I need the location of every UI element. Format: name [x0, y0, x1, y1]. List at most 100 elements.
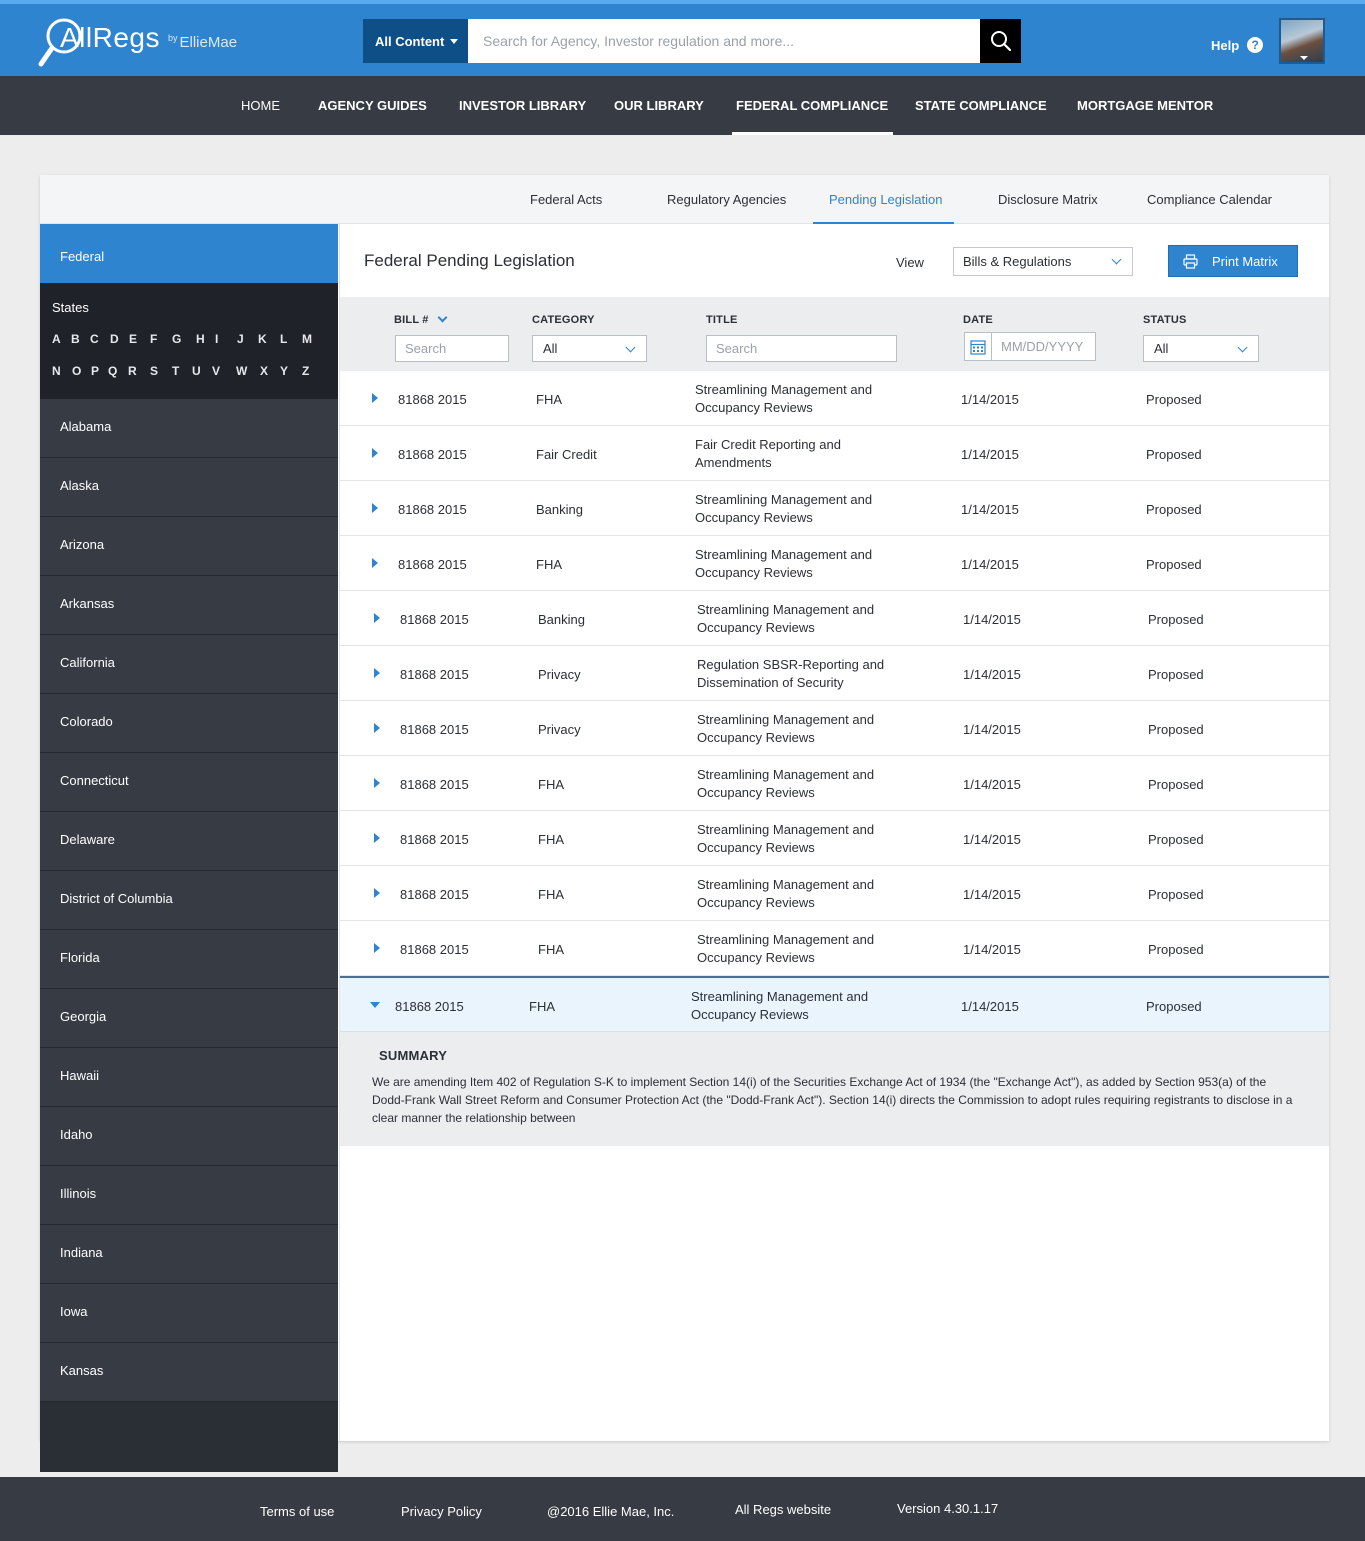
tab-disclosure-matrix[interactable]: Disclosure Matrix	[998, 175, 1098, 224]
table-row[interactable]: 81868 2015 Fair Credit Fair Credit Reporti…	[340, 426, 1329, 481]
sidebar-item-hawaii[interactable]: Hawaii	[40, 1048, 338, 1107]
letter-filter-i[interactable]: I	[215, 332, 237, 346]
letter-filter-a[interactable]: A	[52, 332, 71, 346]
letter-filter-q[interactable]: Q	[108, 364, 128, 378]
sidebar-item-alaska[interactable]: Alaska	[40, 458, 338, 517]
caret-right-icon[interactable]	[374, 668, 380, 678]
sidebar-item-georgia[interactable]: Georgia	[40, 989, 338, 1048]
help-link[interactable]: Help ?	[1211, 37, 1264, 53]
letter-filter-x[interactable]: X	[260, 364, 280, 378]
tab-compliance-calendar[interactable]: Compliance Calendar	[1147, 175, 1272, 224]
caret-right-icon[interactable]	[374, 833, 380, 843]
letter-filter-j[interactable]: J	[237, 332, 258, 346]
table-row[interactable]: 81868 2015 FHA Streamlining Management and…	[340, 811, 1329, 866]
table-row[interactable]: 81868 2015 FHA Streamlining Management and…	[340, 921, 1329, 976]
sidebar-item-indiana[interactable]: Indiana	[40, 1225, 338, 1284]
nav-federal-compliance[interactable]: FEDERAL COMPLIANCE	[731, 76, 894, 135]
table-row[interactable]: 81868 2015 Privacy Streamlining Management…	[340, 701, 1329, 756]
privacy-policy-link[interactable]: Privacy Policy	[401, 1504, 482, 1519]
table-row[interactable]: 81868 2015 FHA Streamlining Management and…	[340, 866, 1329, 921]
letter-filter-l[interactable]: L	[280, 332, 302, 346]
table-row[interactable]: 81868 2015 Banking Streamlining Management…	[340, 481, 1329, 536]
status-filter-select[interactable]: All	[1143, 335, 1259, 362]
allregs-logo[interactable]: AllRegs by EllieMae	[38, 16, 258, 72]
caret-right-icon[interactable]	[374, 778, 380, 788]
table-row[interactable]: 81868 2015 Privacy Regulation SBSR-Reporti…	[340, 646, 1329, 701]
caret-right-icon[interactable]	[374, 943, 380, 953]
date-filter-input[interactable]	[991, 332, 1096, 361]
letter-filter-n[interactable]: N	[52, 364, 72, 378]
print-matrix-button[interactable]: Print Matrix	[1168, 245, 1298, 277]
table-row[interactable]: 81868 2015 FHA Streamlining Management and…	[340, 976, 1329, 1032]
nav-state-compliance[interactable]: STATE COMPLIANCE	[915, 76, 1047, 135]
caret-right-icon[interactable]	[372, 448, 378, 458]
sidebar-item-illinois[interactable]: Illinois	[40, 1166, 338, 1225]
caret-right-icon[interactable]	[374, 613, 380, 623]
letter-filter-k[interactable]: K	[258, 332, 280, 346]
letter-filter-w[interactable]: W	[236, 364, 260, 378]
sidebar-item-connecticut[interactable]: Connecticut	[40, 753, 338, 812]
nav-investor-library[interactable]: INVESTOR LIBRARY	[459, 76, 586, 135]
table-row[interactable]: 81868 2015 Banking Streamlining Management…	[340, 591, 1329, 646]
sidebar-item-federal[interactable]: Federal	[40, 224, 338, 283]
letter-filter-y[interactable]: Y	[280, 364, 302, 378]
letter-filter-u[interactable]: U	[192, 364, 212, 378]
search-button[interactable]	[980, 19, 1021, 63]
view-select[interactable]: Bills & Regulations	[953, 247, 1133, 276]
tab-pending-legislation[interactable]: Pending Legislation	[812, 175, 956, 225]
tab-federal-acts[interactable]: Federal Acts	[530, 175, 602, 224]
sidebar-item-district-of-columbia[interactable]: District of Columbia	[40, 871, 338, 930]
sidebar-item-arkansas[interactable]: Arkansas	[40, 576, 338, 635]
sidebar-item-kansas[interactable]: Kansas	[40, 1343, 338, 1402]
allregs-website-link[interactable]: All Regs website	[735, 1502, 831, 1517]
nav-agency-guides[interactable]: AGENCY GUIDES	[318, 76, 427, 135]
caret-down-icon[interactable]	[370, 1002, 380, 1008]
sidebar-item-iowa[interactable]: Iowa	[40, 1284, 338, 1343]
content-scope-dropdown[interactable]: All Content	[363, 19, 468, 63]
sidebar-item-arizona[interactable]: Arizona	[40, 517, 338, 576]
caret-right-icon[interactable]	[374, 723, 380, 733]
letter-filter-e[interactable]: E	[129, 332, 150, 346]
category-filter-select[interactable]: All	[532, 335, 647, 362]
sidebar-item-florida[interactable]: Florida	[40, 930, 338, 989]
nav-home[interactable]: HOME	[241, 76, 280, 135]
sidebar-item-delaware[interactable]: Delaware	[40, 812, 338, 871]
letter-filter-z[interactable]: Z	[302, 364, 318, 378]
column-header-bill[interactable]: BILL #	[394, 312, 448, 326]
letter-filter-p[interactable]: P	[91, 364, 108, 378]
bill-search-input[interactable]	[395, 335, 509, 362]
table-row[interactable]: 81868 2015 FHA Streamlining Management and…	[340, 371, 1329, 426]
letter-filter-o[interactable]: O	[72, 364, 91, 378]
title-search-input[interactable]	[706, 335, 897, 362]
caret-right-icon[interactable]	[372, 393, 378, 403]
letter-filter-f[interactable]: F	[150, 332, 172, 346]
sidebar-item-colorado[interactable]: Colorado	[40, 694, 338, 753]
sidebar-item-idaho[interactable]: Idaho	[40, 1107, 338, 1166]
letter-filter-v[interactable]: V	[212, 364, 236, 378]
letter-filter-r[interactable]: R	[128, 364, 150, 378]
caret-right-icon[interactable]	[372, 503, 378, 513]
letter-filter-s[interactable]: S	[150, 364, 172, 378]
sidebar-item-california[interactable]: California	[40, 635, 338, 694]
sidebar-item-alabama[interactable]: Alabama	[40, 399, 338, 458]
table-row[interactable]: 81868 2015 FHA Streamlining Management and…	[340, 756, 1329, 811]
tab-regulatory-agencies[interactable]: Regulatory Agencies	[667, 175, 786, 224]
table-row[interactable]: 81868 2015 FHA Streamlining Management and…	[340, 536, 1329, 591]
letter-filter-b[interactable]: B	[71, 332, 90, 346]
calendar-button[interactable]	[964, 332, 992, 361]
letter-filter-t[interactable]: T	[172, 364, 192, 378]
user-avatar-menu[interactable]	[1279, 18, 1325, 64]
legislation-table: 81868 2015 FHA Streamlining Management and…	[340, 371, 1329, 1146]
global-search-input[interactable]	[468, 19, 980, 63]
letter-filter-g[interactable]: G	[172, 332, 196, 346]
letter-filter-h[interactable]: H	[196, 332, 215, 346]
terms-of-use-link[interactable]: Terms of use	[260, 1504, 334, 1519]
letter-filter-d[interactable]: D	[110, 332, 129, 346]
caret-right-icon[interactable]	[374, 888, 380, 898]
letter-filter-c[interactable]: C	[90, 332, 110, 346]
letter-filter-m[interactable]: M	[302, 332, 318, 346]
nav-our-library[interactable]: OUR LIBRARY	[614, 76, 704, 135]
nav-mortgage-mentor[interactable]: MORTGAGE MENTOR	[1077, 76, 1213, 135]
caret-right-icon[interactable]	[372, 558, 378, 568]
sort-chevron-icon[interactable]	[437, 312, 448, 323]
